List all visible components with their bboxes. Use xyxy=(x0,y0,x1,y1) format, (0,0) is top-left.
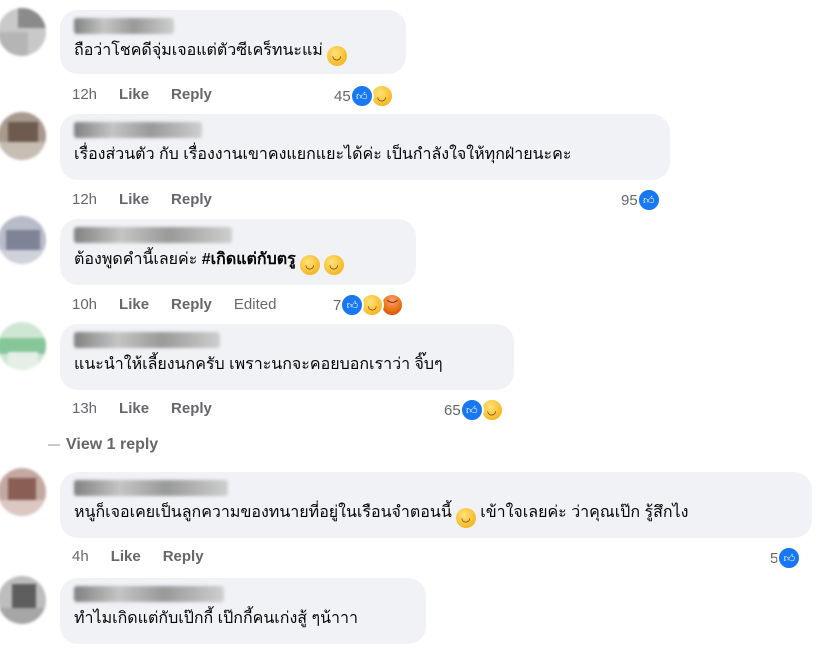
comment-text: เรื่องส่วนตัว กับ เรื่องงานเขาคงแยกแยะได… xyxy=(74,146,572,163)
sweat-smile-emoji-icon: ◡ xyxy=(323,255,344,275)
like-icon: 👍︎ xyxy=(340,293,365,317)
comment-bubble: ทำไมเกิดแต่กับเป๊กกี้ เป๊กกี้คนเก่งสู้ ๆ… xyxy=(60,578,426,644)
avatar[interactable] xyxy=(0,8,46,56)
avatar[interactable] xyxy=(0,576,46,624)
comment-text: ถือว่าโชคดีจุ่มเจอแต่ตัวซีเคร็ทนะแม่ ◡ xyxy=(74,40,392,66)
timestamp[interactable]: 10h xyxy=(72,296,97,313)
reaction-summary[interactable]: 65 👍︎ ◡ xyxy=(444,398,504,422)
author-name[interactable] xyxy=(74,122,202,138)
like-button[interactable]: Like xyxy=(111,548,141,565)
comment-actions: 4h Like Reply xyxy=(72,548,226,565)
reaction-count: 65 xyxy=(444,401,461,419)
comment-bubble: เรื่องส่วนตัว กับ เรื่องงานเขาคงแยกแยะได… xyxy=(60,114,670,180)
avatar[interactable] xyxy=(0,468,46,516)
grinning-emoji-icon: ◡ xyxy=(326,46,347,66)
comment-actions: 12h Like Reply xyxy=(72,86,234,103)
comment-text: แนะนำให้เลี้ยงนกครับ เพราะนกจะคอยบอกเราว… xyxy=(74,356,443,373)
timestamp[interactable]: 4h xyxy=(72,548,89,565)
comment-bubble: ต้องพูดคำนี้เลยค่ะ #เกิดแต่กับตรู ◡ ◡ xyxy=(60,219,416,285)
author-name[interactable] xyxy=(74,227,232,243)
like-button[interactable]: Like xyxy=(119,296,149,313)
like-icon: 👍︎ xyxy=(349,84,374,108)
reaction-summary[interactable]: 7 👍︎ ◡ ︶ xyxy=(333,293,405,317)
comment-text: ต้องพูดคำนี้เลยค่ะ #เกิดแต่กับตรู ◡ ◡ xyxy=(74,249,402,275)
reply-button[interactable]: Reply xyxy=(171,400,212,417)
edited-label: Edited xyxy=(233,296,277,313)
avatar[interactable] xyxy=(0,322,46,370)
view-replies-link[interactable]: View 1 reply xyxy=(48,436,158,454)
reaction-summary[interactable]: 5 👍︎ xyxy=(770,546,802,570)
comment-bubble: หนูก็เจอเคยเป็นลูกความของทนายที่อยู่ในเร… xyxy=(60,472,812,538)
like-button[interactable]: Like xyxy=(119,86,149,103)
reaction-count: 95 xyxy=(621,191,638,209)
timestamp[interactable]: 12h xyxy=(72,191,97,208)
reply-button[interactable]: Reply xyxy=(171,86,212,103)
timestamp[interactable]: 12h xyxy=(72,86,97,103)
like-button[interactable]: Like xyxy=(119,400,149,417)
reply-connector xyxy=(48,443,60,446)
comment-text: หนูก็เจอเคยเป็นลูกความของทนายที่อยู่ในเร… xyxy=(74,502,798,528)
like-icon: 👍︎ xyxy=(777,546,802,570)
reply-button[interactable]: Reply xyxy=(171,191,212,208)
timestamp[interactable]: 13h xyxy=(72,400,97,417)
smiling-emoji-icon: ◡ xyxy=(299,255,320,275)
rofl-emoji-icon: ◡ xyxy=(455,508,476,528)
reaction-summary[interactable]: 95 👍︎ xyxy=(621,188,661,212)
reply-button[interactable]: Reply xyxy=(163,548,204,565)
author-name[interactable] xyxy=(74,332,220,348)
comment-actions: 10h Like Reply Edited xyxy=(72,296,298,313)
author-name[interactable] xyxy=(74,480,228,496)
author-name[interactable] xyxy=(74,586,224,602)
comment-actions: 12h Like Reply xyxy=(72,191,234,208)
like-button[interactable]: Like xyxy=(119,191,149,208)
comment-actions: 13h Like Reply xyxy=(72,400,234,417)
comment-text: ทำไมเกิดแต่กับเป๊กกี้ เป๊กกี้คนเก่งสู้ ๆ… xyxy=(74,610,358,627)
reaction-count: 45 xyxy=(334,87,351,105)
author-name[interactable] xyxy=(74,18,174,34)
comment-bubble: ถือว่าโชคดีจุ่มเจอแต่ตัวซีเคร็ทนะแม่ ◡ xyxy=(60,10,406,74)
view-replies-label: View 1 reply xyxy=(66,436,159,453)
hashtag-link[interactable]: #เกิดแต่กับตรู xyxy=(202,251,296,268)
avatar[interactable] xyxy=(0,216,46,264)
avatar[interactable] xyxy=(0,112,46,160)
like-icon: 👍︎ xyxy=(459,398,484,422)
reply-button[interactable]: Reply xyxy=(171,296,212,313)
reaction-summary[interactable]: 45 👍︎ ◡ xyxy=(334,84,394,108)
comment-bubble: แนะนำให้เลี้ยงนกครับ เพราะนกจะคอยบอกเราว… xyxy=(60,324,514,390)
like-icon: 👍︎ xyxy=(636,188,661,212)
